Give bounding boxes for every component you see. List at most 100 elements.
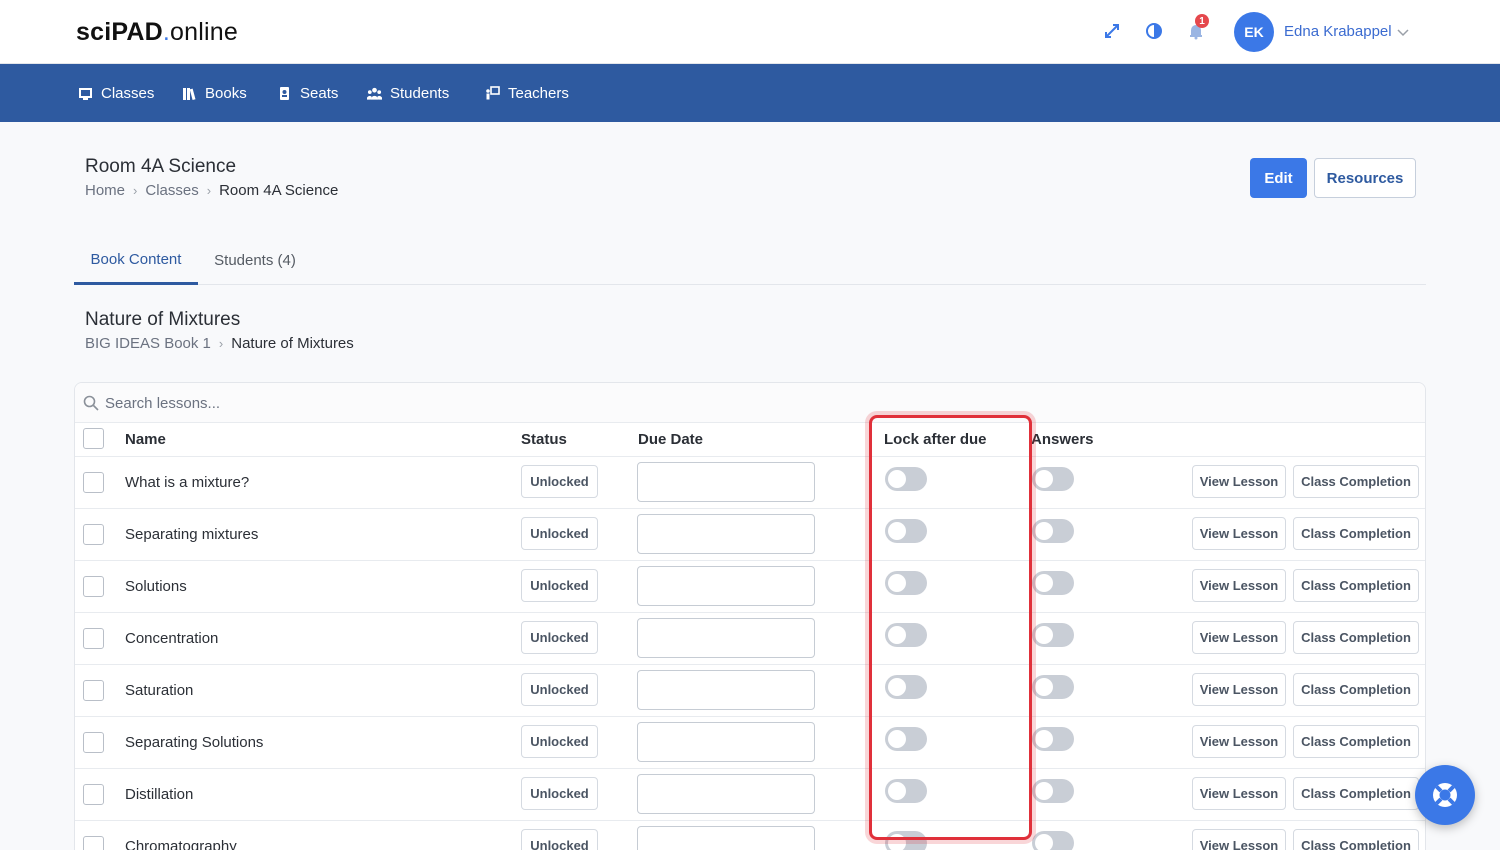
tab-students[interactable]: Students (4) bbox=[202, 236, 308, 285]
row-checkbox[interactable] bbox=[83, 732, 104, 753]
chevron-right-icon: › bbox=[133, 183, 138, 198]
table-row: Separating mixtures Unlocked View Lesson… bbox=[75, 509, 1425, 561]
due-date-input[interactable] bbox=[637, 722, 815, 762]
row-checkbox[interactable] bbox=[83, 680, 104, 701]
breadcrumb-book[interactable]: BIG IDEAS Book 1 bbox=[85, 335, 211, 352]
row-checkbox[interactable] bbox=[83, 836, 104, 850]
breadcrumb: Home › Classes › Room 4A Science bbox=[85, 182, 338, 199]
lock-after-due-toggle[interactable] bbox=[885, 675, 927, 699]
classes-icon bbox=[79, 87, 92, 100]
status-button[interactable]: Unlocked bbox=[521, 777, 598, 810]
app-logo[interactable]: sciPAD.online bbox=[76, 18, 238, 47]
breadcrumb-current: Nature of Mixtures bbox=[231, 335, 354, 352]
books-icon bbox=[183, 87, 196, 100]
lesson-name: Separating Solutions bbox=[125, 734, 264, 751]
column-lock-after-due: Lock after due bbox=[884, 431, 987, 448]
due-date-input[interactable] bbox=[637, 670, 815, 710]
lock-after-due-toggle[interactable] bbox=[885, 519, 927, 543]
view-lesson-button[interactable]: View Lesson bbox=[1192, 569, 1286, 602]
lock-after-due-toggle[interactable] bbox=[885, 779, 927, 803]
answers-toggle[interactable] bbox=[1032, 519, 1074, 543]
nav-item-teachers[interactable]: Teachers bbox=[485, 84, 569, 102]
view-lesson-button[interactable]: View Lesson bbox=[1192, 517, 1286, 550]
view-lesson-button[interactable]: View Lesson bbox=[1192, 777, 1286, 810]
nav-item-classes[interactable]: Classes bbox=[78, 84, 154, 102]
lesson-name: Saturation bbox=[125, 682, 194, 699]
row-checkbox[interactable] bbox=[83, 524, 104, 545]
lock-after-due-toggle[interactable] bbox=[885, 467, 927, 491]
lock-after-due-toggle[interactable] bbox=[885, 623, 927, 647]
nav-item-seats[interactable]: Seats bbox=[277, 84, 338, 102]
status-button[interactable]: Unlocked bbox=[521, 673, 598, 706]
due-date-input[interactable] bbox=[637, 774, 815, 814]
lock-after-due-toggle[interactable] bbox=[885, 571, 927, 595]
class-completion-button[interactable]: Class Completion bbox=[1293, 569, 1419, 602]
page-title: Room 4A Science bbox=[85, 156, 237, 177]
due-date-input[interactable] bbox=[637, 462, 815, 502]
lesson-name: Separating mixtures bbox=[125, 526, 259, 543]
column-name: Name bbox=[125, 431, 166, 448]
nav-item-students[interactable]: Students bbox=[367, 84, 449, 102]
top-header: sciPAD.online 1 EK Edna Krabappel bbox=[0, 0, 1500, 64]
breadcrumb-home[interactable]: Home bbox=[85, 182, 125, 199]
lesson-name: Concentration bbox=[125, 630, 219, 647]
answers-toggle[interactable] bbox=[1032, 675, 1074, 699]
row-checkbox[interactable] bbox=[83, 472, 104, 493]
avatar[interactable]: EK bbox=[1234, 12, 1274, 52]
row-checkbox[interactable] bbox=[83, 576, 104, 597]
edit-button[interactable]: Edit bbox=[1250, 158, 1307, 198]
status-button[interactable]: Unlocked bbox=[521, 725, 598, 758]
class-completion-button[interactable]: Class Completion bbox=[1293, 621, 1419, 654]
class-completion-button[interactable]: Class Completion bbox=[1293, 673, 1419, 706]
select-all-checkbox[interactable] bbox=[83, 428, 104, 449]
table-row: What is a mixture? Unlocked View Lesson … bbox=[75, 457, 1425, 509]
class-completion-button[interactable]: Class Completion bbox=[1293, 777, 1419, 810]
expand-icon[interactable] bbox=[1103, 22, 1121, 40]
lock-after-due-toggle[interactable] bbox=[885, 831, 927, 850]
help-button[interactable] bbox=[1415, 765, 1475, 825]
view-lesson-button[interactable]: View Lesson bbox=[1192, 673, 1286, 706]
lock-after-due-toggle[interactable] bbox=[885, 727, 927, 751]
status-button[interactable]: Unlocked bbox=[521, 621, 598, 654]
row-checkbox[interactable] bbox=[83, 628, 104, 649]
answers-toggle[interactable] bbox=[1032, 623, 1074, 647]
row-checkbox[interactable] bbox=[83, 784, 104, 805]
due-date-input[interactable] bbox=[637, 566, 815, 606]
column-due-date: Due Date bbox=[638, 431, 704, 448]
main-nav: Classes Books Seats Students Teachers bbox=[0, 64, 1500, 122]
nav-item-books[interactable]: Books bbox=[182, 84, 247, 102]
nav-item-label: Classes bbox=[101, 84, 155, 102]
answers-toggle[interactable] bbox=[1032, 571, 1074, 595]
answers-toggle[interactable] bbox=[1032, 831, 1074, 850]
view-lesson-button[interactable]: View Lesson bbox=[1192, 465, 1286, 498]
user-name[interactable]: Edna Krabappel bbox=[1284, 23, 1392, 40]
view-lesson-button[interactable]: View Lesson bbox=[1192, 829, 1286, 850]
due-date-input[interactable] bbox=[637, 618, 815, 658]
status-button[interactable]: Unlocked bbox=[521, 517, 598, 550]
table-row: Separating Solutions Unlocked View Lesso… bbox=[75, 717, 1425, 769]
search-input[interactable] bbox=[105, 391, 505, 415]
class-completion-button[interactable]: Class Completion bbox=[1293, 829, 1419, 850]
answers-toggle[interactable] bbox=[1032, 779, 1074, 803]
status-button[interactable]: Unlocked bbox=[521, 829, 598, 850]
class-completion-button[interactable]: Class Completion bbox=[1293, 517, 1419, 550]
status-button[interactable]: Unlocked bbox=[521, 465, 598, 498]
lesson-name: Distillation bbox=[125, 786, 194, 803]
breadcrumb-classes[interactable]: Classes bbox=[145, 182, 198, 199]
due-date-input[interactable] bbox=[637, 514, 815, 554]
chevron-down-icon[interactable] bbox=[1396, 25, 1410, 39]
view-lesson-button[interactable]: View Lesson bbox=[1192, 621, 1286, 654]
answers-toggle[interactable] bbox=[1032, 727, 1074, 751]
tab-book-content[interactable]: Book Content bbox=[74, 236, 198, 285]
view-lesson-button[interactable]: View Lesson bbox=[1192, 725, 1286, 758]
answers-toggle[interactable] bbox=[1032, 467, 1074, 491]
status-button[interactable]: Unlocked bbox=[521, 569, 598, 602]
due-date-input[interactable] bbox=[637, 826, 815, 850]
contrast-icon[interactable] bbox=[1145, 22, 1163, 40]
lifebuoy-icon bbox=[1433, 783, 1457, 807]
column-answers: Answers bbox=[1031, 431, 1094, 448]
resources-button[interactable]: Resources bbox=[1314, 158, 1416, 198]
class-completion-button[interactable]: Class Completion bbox=[1293, 465, 1419, 498]
class-completion-button[interactable]: Class Completion bbox=[1293, 725, 1419, 758]
table-body: What is a mixture? Unlocked View Lesson … bbox=[75, 457, 1425, 850]
